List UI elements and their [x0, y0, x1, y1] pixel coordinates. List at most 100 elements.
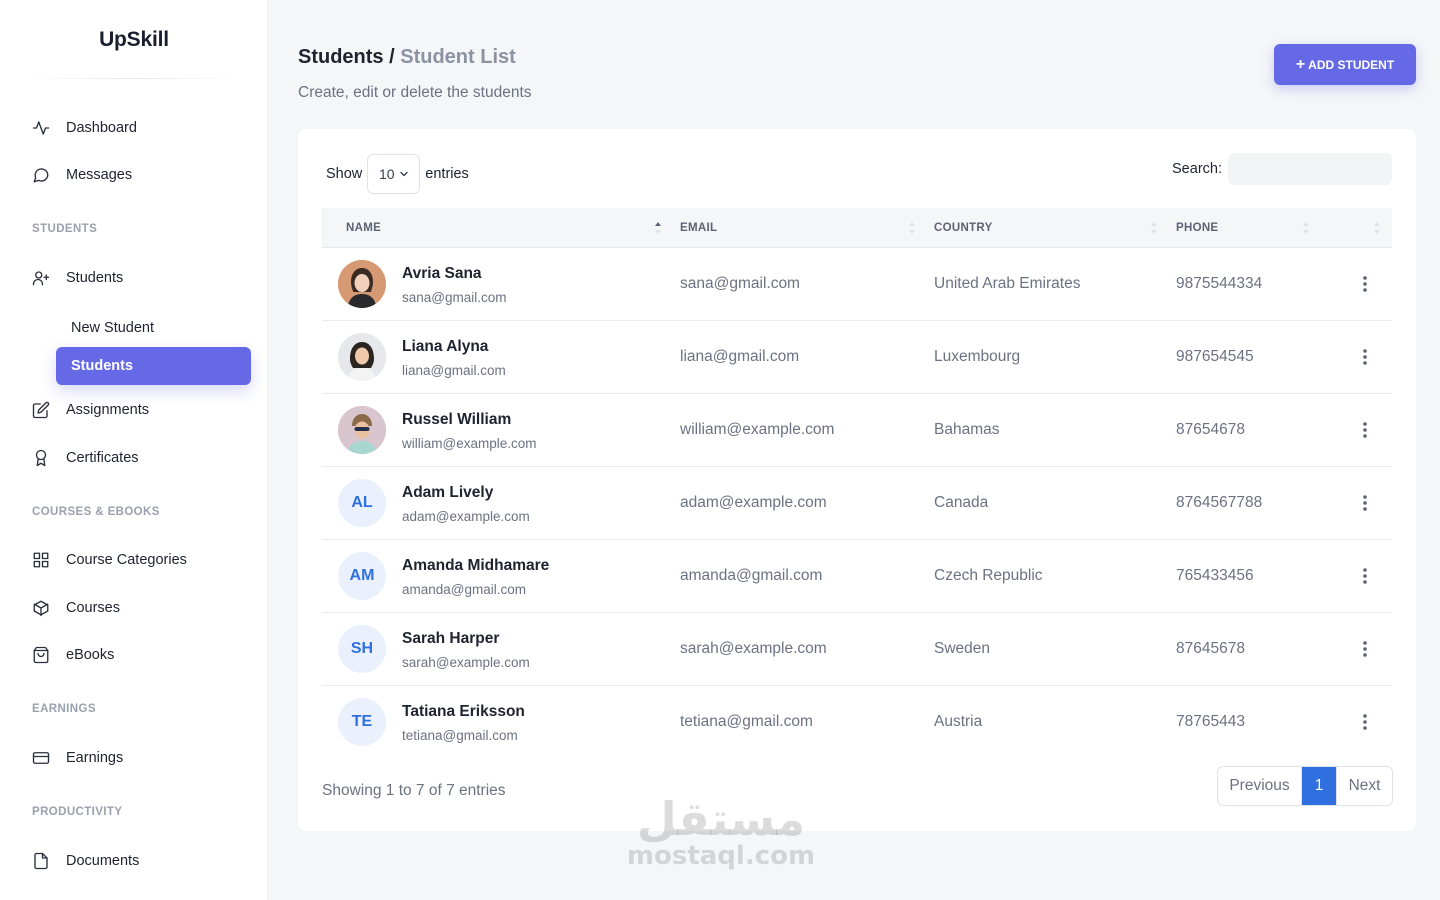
country-cell: Canada [934, 494, 989, 511]
table-row[interactable]: Liana Alyna liana@gmail.com liana@gmail.… [322, 321, 1392, 394]
sidebar-item-students[interactable]: Students [32, 266, 123, 290]
email-cell: william@example.com [680, 421, 835, 438]
breadcrumb-separator: / [383, 46, 401, 68]
student-sub-email: amanda@gmail.com [402, 582, 527, 597]
row-actions-kebab-icon[interactable] [1356, 713, 1374, 731]
table-row[interactable]: Russel William william@example.com willi… [322, 394, 1392, 467]
sort-asc-icon[interactable] [654, 221, 662, 235]
sidebar-item-label: Dashboard [66, 120, 137, 136]
row-actions-kebab-icon[interactable] [1356, 494, 1374, 512]
row-actions-kebab-icon[interactable] [1356, 348, 1374, 366]
brand-divider [24, 78, 244, 79]
avatar [338, 333, 386, 381]
sort-icon[interactable] [1150, 221, 1158, 235]
student-name[interactable]: Russel William [402, 411, 511, 429]
search-input[interactable] [1228, 153, 1392, 185]
sidebar-subitem-students-active[interactable]: Students [56, 347, 251, 385]
sidebar-item-documents[interactable]: Documents [32, 849, 139, 873]
table-row[interactable]: AM Amanda Midhamare amanda@gmail.com ama… [322, 540, 1392, 613]
sidebar-item-label: Certificates [66, 450, 139, 466]
table-row[interactable]: TE Tatiana Eriksson tetiana@gmail.com te… [322, 686, 1392, 759]
entries-select[interactable]: 10 [367, 154, 421, 194]
phone-cell: 765433456 [1176, 567, 1254, 584]
student-name[interactable]: Amanda Midhamare [402, 557, 549, 575]
row-actions-kebab-icon[interactable] [1356, 275, 1374, 293]
sidebar-item-courses[interactable]: Courses [32, 596, 120, 620]
email-cell: sana@gmail.com [680, 275, 800, 292]
sidebar: UpSkill Dashboard Messages STUDENTS Stud… [0, 0, 268, 900]
brand-logo[interactable]: UpSkill [0, 28, 268, 52]
table-row[interactable]: Avria Sana sana@gmail.com sana@gmail.com… [322, 248, 1392, 321]
avatar-initials: AM [338, 552, 386, 600]
bag-icon [32, 646, 50, 664]
email-cell: liana@gmail.com [680, 348, 800, 365]
breadcrumb-root[interactable]: Students [298, 46, 384, 68]
show-label: Show [326, 166, 363, 182]
table-header: NAME EMAIL COUNTRY PHONE [322, 208, 1392, 248]
column-header-phone[interactable]: PHONE [1176, 208, 1218, 248]
avatar-initials: AL [338, 479, 386, 527]
sidebar-item-earnings[interactable]: Earnings [32, 746, 123, 770]
row-actions-kebab-icon[interactable] [1356, 567, 1374, 585]
pagination: Previous 1 Next [1217, 766, 1393, 806]
sidebar-item-label: Students [66, 270, 124, 286]
plus-icon: + [1295, 55, 1306, 73]
add-student-label: ADD STUDENT [1308, 57, 1395, 72]
row-actions-kebab-icon[interactable] [1356, 640, 1374, 658]
sidebar-item-assignments[interactable]: Assignments [32, 398, 149, 422]
sort-icon[interactable] [908, 221, 916, 235]
phone-cell: 8764567788 [1176, 494, 1263, 511]
country-cell: Bahamas [934, 421, 1000, 438]
sort-icon[interactable] [1302, 221, 1310, 235]
student-name[interactable]: Sarah Harper [402, 630, 499, 648]
message-icon [32, 166, 50, 184]
country-cell: Luxembourg [934, 348, 1021, 365]
sidebar-item-course-categories[interactable]: Course Categories [32, 548, 187, 572]
table-row[interactable]: SH Sarah Harper sarah@example.com sarah@… [322, 613, 1392, 686]
column-header-country[interactable]: COUNTRY [934, 208, 993, 248]
phone-cell: 987654545 [1176, 348, 1254, 365]
column-header-email[interactable]: EMAIL [680, 208, 717, 248]
phone-cell: 9875544334 [1176, 275, 1263, 292]
student-name[interactable]: Adam Lively [402, 484, 493, 502]
table-row[interactable]: AL Adam Lively adam@example.com adam@exa… [322, 467, 1392, 540]
phone-cell: 78765443 [1176, 713, 1245, 730]
edit-icon [32, 401, 50, 419]
next-page-button[interactable]: Next [1336, 767, 1392, 805]
phone-cell: 87645678 [1176, 640, 1245, 657]
sidebar-item-ebooks[interactable]: eBooks [32, 643, 114, 667]
previous-page-button[interactable]: Previous [1218, 767, 1302, 805]
phone-cell: 87654678 [1176, 421, 1245, 438]
student-name[interactable]: Liana Alyna [402, 338, 488, 356]
table-info: Showing 1 to 7 of 7 entries [322, 782, 506, 799]
award-icon [32, 449, 50, 467]
section-earnings: EARNINGS [32, 703, 96, 715]
page-subtitle: Create, edit or delete the students [298, 84, 532, 101]
student-name[interactable]: Avria Sana [402, 265, 482, 283]
box-icon [32, 599, 50, 617]
search-control: Search: [1172, 153, 1392, 185]
email-cell: sarah@example.com [680, 640, 827, 657]
avatar [338, 260, 386, 308]
sidebar-item-messages[interactable]: Messages [32, 163, 132, 187]
add-student-button[interactable]: + ADD STUDENT [1274, 44, 1416, 85]
sidebar-item-label: Earnings [66, 750, 124, 766]
row-actions-kebab-icon[interactable] [1356, 421, 1374, 439]
sidebar-item-certificates[interactable]: Certificates [32, 446, 139, 470]
page-1-button[interactable]: 1 [1302, 767, 1336, 805]
file-icon [32, 852, 50, 870]
country-cell: Sweden [934, 640, 991, 657]
student-sub-email: sarah@example.com [402, 655, 530, 670]
student-name[interactable]: Tatiana Eriksson [402, 703, 525, 721]
breadcrumb: Students / Student List [298, 46, 516, 69]
student-sub-email: william@example.com [402, 436, 537, 451]
column-header-name[interactable]: NAME [346, 208, 381, 248]
sidebar-subitem-new-student[interactable]: New Student [71, 320, 154, 336]
sidebar-item-dashboard[interactable]: Dashboard [32, 116, 137, 140]
watermark: مستقل mostaql.com [618, 796, 824, 870]
watermark-latin: mostaql.com [626, 841, 816, 871]
sidebar-item-label: Courses [66, 600, 120, 616]
avatar-initials: SH [338, 625, 386, 673]
sort-icon[interactable] [1373, 221, 1381, 235]
entries-label: entries [425, 166, 469, 182]
